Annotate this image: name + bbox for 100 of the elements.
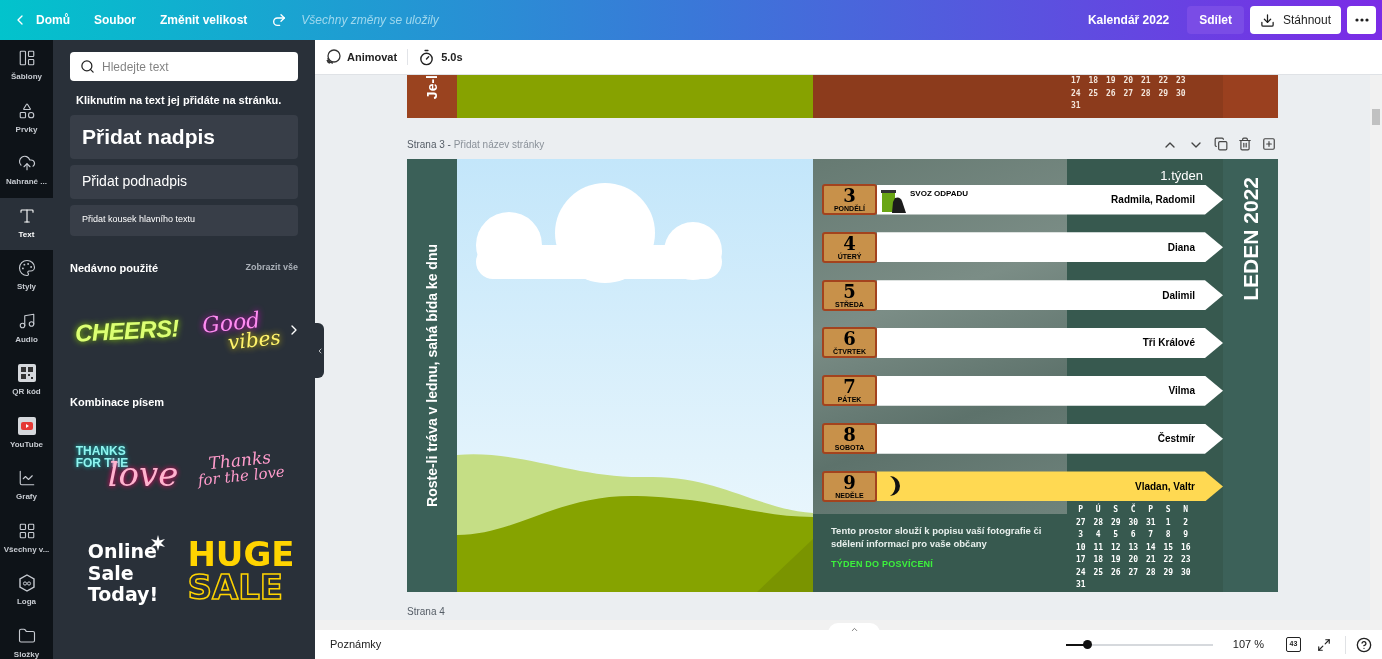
- elements-icon: [17, 101, 36, 120]
- name-day-label: Diana: [1167, 240, 1195, 255]
- redo-icon[interactable]: [271, 12, 288, 28]
- charts-icon: [17, 469, 36, 488]
- calendar-date: 17: [1069, 75, 1082, 87]
- neon-text-sticker[interactable]: Good vibes: [200, 308, 282, 354]
- calendar-date: 17: [1074, 554, 1087, 566]
- calendar-date: 11: [1092, 541, 1105, 554]
- document-title: Kalendář 2022: [1087, 12, 1170, 29]
- rail-item[interactable]: Styly: [0, 250, 53, 303]
- calendar-date: 31: [1069, 100, 1082, 112]
- day-number: 4: [843, 233, 856, 253]
- video-play-icon: [17, 416, 36, 435]
- horizontal-scrollbar[interactable]: [315, 620, 1370, 630]
- calendar-date: 23: [1179, 554, 1192, 566]
- day-number: 6: [843, 329, 856, 349]
- calendar-date: 6: [1129, 529, 1137, 541]
- styles-icon: [17, 259, 36, 278]
- calendar-date: 27: [1122, 87, 1135, 100]
- zoom-slider[interactable]: [1065, 643, 1213, 646]
- calendar-date: 30: [1127, 516, 1140, 529]
- weekday-heading: Ú: [1094, 504, 1102, 516]
- vertical-scrollbar[interactable]: [1370, 75, 1382, 630]
- rail-item[interactable]: YouTube: [0, 407, 53, 460]
- calendar-date: 4: [1094, 529, 1102, 541]
- calendar-date: 5: [1112, 529, 1120, 541]
- see-all-link[interactable]: Zobrazit vše: [245, 261, 298, 275]
- calendar-date: 27: [1127, 566, 1140, 579]
- event-label: SVOZ ODPADU: [910, 188, 969, 200]
- sale-text-sticker[interactable]: HUGE SALE: [187, 538, 295, 603]
- calendar-date: 30: [1179, 566, 1192, 579]
- calendar-date: 2: [1182, 516, 1190, 529]
- more-icon: [1354, 18, 1369, 22]
- download-button[interactable]: Stáhnout: [1249, 6, 1341, 34]
- calendar-date: 20: [1122, 75, 1135, 87]
- save-status: Všechny změny se uložily: [301, 12, 439, 29]
- share-button[interactable]: Sdílet: [1187, 6, 1244, 34]
- highlight-text: TÝDEN DO POSVÍCENÍ: [831, 558, 935, 571]
- add-text-button[interactable]: Přidat kousek hlavního textu: [70, 204, 298, 236]
- calendar-date: 8: [1164, 529, 1172, 541]
- rail-item[interactable]: Audio: [0, 302, 53, 355]
- slider-thumb[interactable]: [1083, 640, 1093, 649]
- rail-item[interactable]: Text: [0, 197, 53, 250]
- script-text-sticker[interactable]: Thanks for the love: [196, 447, 286, 489]
- weekday-heading: N: [1182, 504, 1190, 516]
- name-day-label: Vilma: [1168, 384, 1195, 399]
- calendar-date: 25: [1092, 566, 1105, 579]
- animate-button[interactable]: Animovat: [325, 48, 409, 66]
- uploads-icon: [17, 154, 36, 173]
- duration-button[interactable]: 5.0s: [408, 48, 463, 66]
- rail-item[interactable]: Nahrané ...: [0, 145, 53, 198]
- search-field[interactable]: Hledejte text: [70, 52, 298, 81]
- day-number: 9: [843, 472, 856, 492]
- sale-text-sticker[interactable]: Online Sale Today!: [87, 534, 167, 607]
- calendar-date: 22: [1157, 75, 1170, 87]
- templates-icon: [17, 49, 36, 68]
- calendar-date: 10: [1074, 541, 1087, 554]
- folders-icon: [17, 626, 36, 645]
- calendar-date: 28: [1139, 87, 1152, 100]
- add-text-button[interactable]: Přidat nadpis: [70, 114, 298, 159]
- calendar-date: 31: [1144, 516, 1157, 529]
- page-side-strip: [1223, 75, 1278, 118]
- more-button[interactable]: [1347, 6, 1376, 34]
- animation-icon: [325, 49, 341, 65]
- fullscreen-icon[interactable]: [1317, 637, 1331, 652]
- calendar-date: 16: [1179, 541, 1192, 554]
- rail-item[interactable]: Všechny v...: [0, 512, 53, 565]
- calendar-date: 9: [1182, 529, 1190, 541]
- calendar-date: 29: [1109, 516, 1122, 529]
- apps-icon: [17, 521, 36, 540]
- delete-icon[interactable]: [1238, 136, 1252, 151]
- calendar-date: 14: [1144, 541, 1157, 554]
- duplicate-icon[interactable]: [1214, 136, 1228, 151]
- add-page-icon[interactable]: [1262, 136, 1276, 151]
- rail-item[interactable]: Šablony: [0, 40, 53, 93]
- page-title: Strana 3 - Přidat název stránky: [407, 138, 545, 152]
- notes-button[interactable]: Poznámky: [330, 636, 382, 653]
- day-number: 7: [843, 377, 856, 397]
- panel-collapse-handle[interactable]: [315, 323, 324, 378]
- help-icon[interactable]: [1356, 636, 1372, 653]
- page-side-text: Roste-li tráva v lednu, sahá bída ke dnu: [422, 244, 441, 507]
- weekday-heading: Č: [1129, 504, 1137, 516]
- rail-item[interactable]: Složky: [0, 617, 53, 659]
- add-text-button[interactable]: Přidat podnadpis: [70, 164, 298, 199]
- calendar-date: 18: [1092, 554, 1105, 566]
- rail-item[interactable]: Grafy: [0, 460, 53, 513]
- calendar-date: 28: [1092, 516, 1105, 529]
- neon-text-sticker[interactable]: CHEERS!: [74, 310, 180, 352]
- name-day-label: Vladan, Valtr: [1134, 479, 1195, 494]
- day-number: 5: [843, 281, 856, 301]
- weekday-heading: P: [1077, 504, 1085, 516]
- rail-item[interactable]: Prvky: [0, 92, 53, 145]
- name-day-label: Radmila, Radomil: [1111, 193, 1195, 207]
- rail-item[interactable]: Loga: [0, 565, 53, 618]
- rail-item[interactable]: QR kód: [0, 355, 53, 408]
- text-icon: [17, 206, 36, 225]
- calendar-date: 25: [1087, 87, 1100, 100]
- audio-icon: [17, 311, 36, 330]
- calendar-date: 13: [1127, 541, 1140, 554]
- week-label: 1.týden: [1160, 167, 1203, 184]
